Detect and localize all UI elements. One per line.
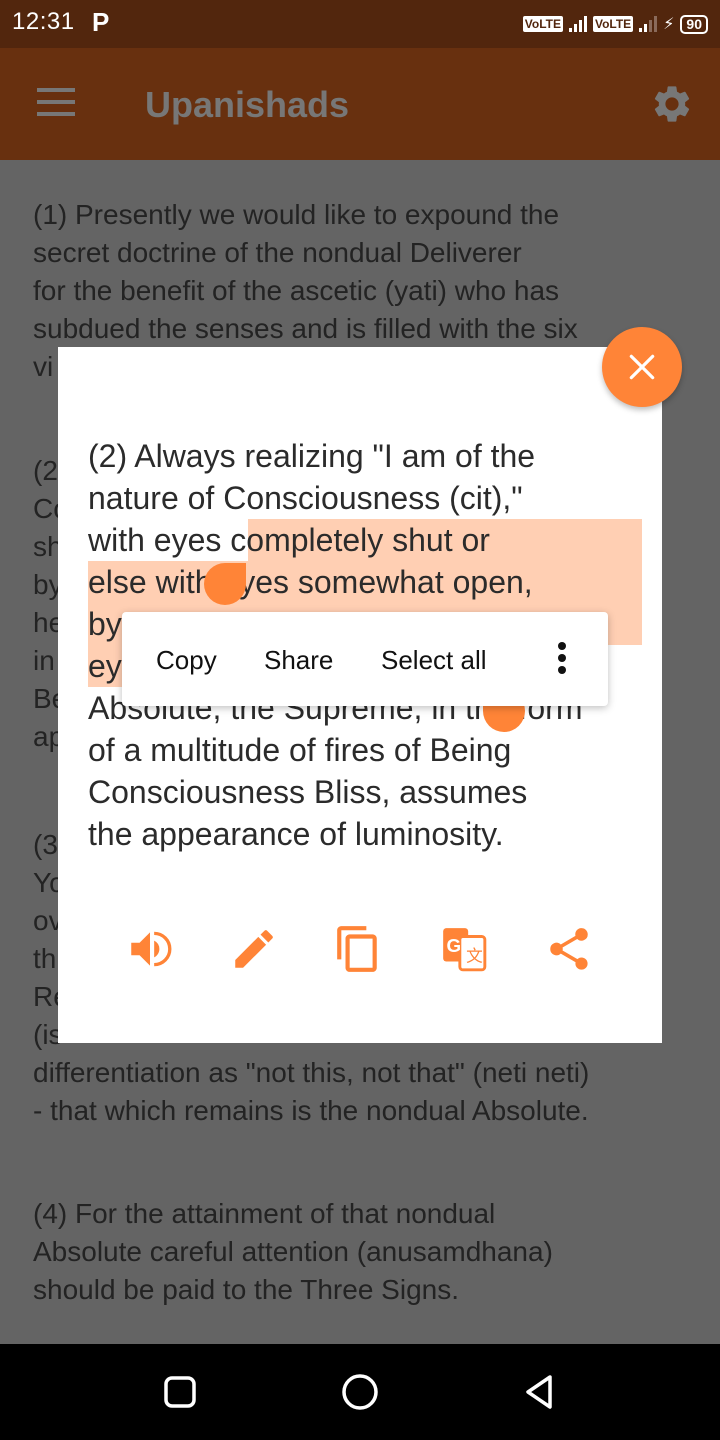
- verse-line-text: (2) Always realizing "I am of the: [88, 438, 536, 474]
- app-title: Upanishads: [145, 84, 350, 125]
- verse-line: (2) Always realizing "I am of the: [88, 435, 648, 477]
- notification-p-icon: P: [92, 7, 110, 37]
- volume-icon[interactable]: [125, 924, 175, 974]
- triangle-back-icon[interactable]: [520, 1372, 560, 1412]
- text-line: for the benefit of the ascetic (yati) wh…: [33, 275, 560, 306]
- translate-icon[interactable]: G 文: [439, 924, 489, 974]
- gear-icon[interactable]: [650, 82, 694, 126]
- hamburger-menu-icon[interactable]: [37, 88, 75, 118]
- verse-line: the appearance of luminosity.: [88, 813, 648, 855]
- verse-line: Consciousness Bliss, assumes: [88, 771, 648, 813]
- text-line: - that which remains is the nondual Abso…: [33, 1095, 589, 1126]
- text-line: secret doctrine of the nondual Deliverer: [33, 237, 522, 268]
- copy-icon[interactable]: [333, 924, 383, 974]
- selected-text: else with eyes somewhat open,: [88, 564, 533, 600]
- square-icon[interactable]: [160, 1372, 200, 1412]
- close-icon: [629, 354, 655, 380]
- charging-icon: ⚡︎: [663, 16, 675, 33]
- dialog-action-row: G 文: [58, 924, 662, 974]
- text-line: (4) For the attainment of that nondual: [33, 1198, 496, 1229]
- app-bar: Upanishads: [0, 48, 720, 160]
- signal-sim1-icon: [568, 16, 587, 32]
- battery-level: 90: [680, 14, 708, 34]
- svg-text:文: 文: [466, 947, 483, 966]
- text-line: should be paid to the Three Signs.: [33, 1274, 460, 1305]
- text-line: differentiation as "not this, not that" …: [33, 1057, 590, 1088]
- paragraph-4: (4) For the attainment of that nondual A…: [33, 1195, 693, 1309]
- circle-icon[interactable]: [340, 1372, 380, 1412]
- verse-line-text: of a multitude of fires of Being: [88, 732, 512, 768]
- verse-line-text: Consciousness Bliss, assumes: [88, 774, 528, 810]
- selected-text: by: [88, 606, 122, 642]
- text-line: subdued the senses and is filled with th…: [33, 313, 578, 344]
- selected-text: ey: [88, 648, 122, 684]
- select-all-menu-item[interactable]: Select all: [381, 645, 487, 676]
- text-line: Absolute careful attention (anusamdhana): [33, 1236, 553, 1267]
- verse-line-text: the appearance of luminosity.: [88, 816, 504, 852]
- status-icons: VoLTE VoLTE ⚡︎ 90: [522, 13, 708, 35]
- verse-line: else with eyes somewhat open,: [88, 561, 648, 603]
- status-time: 12:31: [12, 8, 75, 35]
- verse-line: nature of Consciousness (cit),": [88, 477, 648, 519]
- verse-line: of a multitude of fires of Being: [88, 729, 648, 771]
- text-selection-context-menu: Copy Share Select all: [122, 612, 608, 706]
- volte-sim2-badge: VoLTE: [592, 16, 634, 32]
- copy-menu-item[interactable]: Copy: [156, 645, 217, 676]
- svg-text:G: G: [447, 935, 462, 956]
- share-menu-item[interactable]: Share: [264, 645, 333, 676]
- status-bar: 12:31 P VoLTE VoLTE ⚡︎ 90: [0, 0, 720, 48]
- verse-line-text: with eyes: [88, 522, 231, 558]
- selected-text: completely shut or: [230, 522, 490, 558]
- verse-line: with eyes completely shut or: [88, 519, 648, 561]
- close-dialog-button[interactable]: [602, 327, 682, 407]
- more-vert-icon[interactable]: [554, 642, 570, 678]
- text-line: (1) Presently we would like to expound t…: [33, 199, 560, 230]
- share-icon[interactable]: [544, 924, 594, 974]
- volte-sim1-badge: VoLTE: [522, 16, 563, 32]
- navigation-bar: [0, 1344, 720, 1440]
- verse-line-text: nature of Consciousness (cit),": [88, 480, 523, 516]
- pencil-icon[interactable]: [229, 924, 279, 974]
- signal-sim2-icon: [639, 16, 658, 32]
- selection-start-handle[interactable]: [204, 563, 246, 605]
